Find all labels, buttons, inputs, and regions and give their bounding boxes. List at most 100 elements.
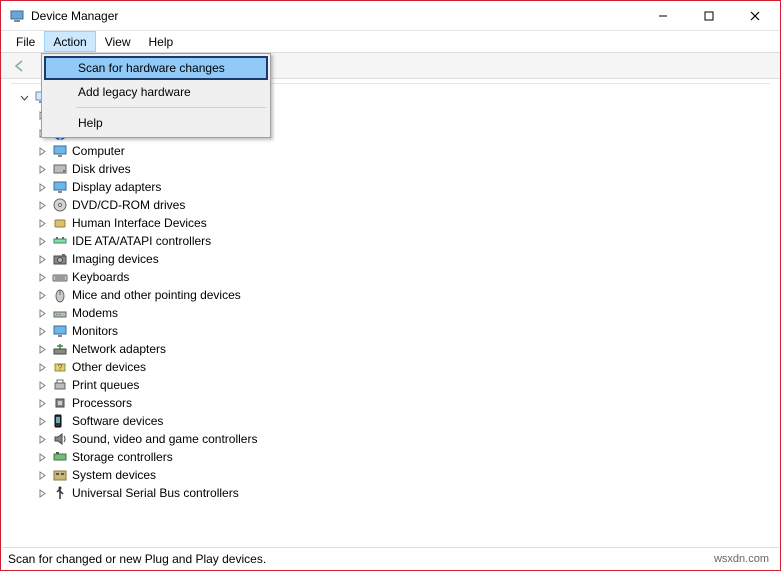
tree-node[interactable]: Monitors: [15, 322, 770, 340]
tree-node-label: DVD/CD-ROM drives: [72, 198, 185, 212]
disc-icon: [52, 197, 68, 213]
software-icon: [52, 413, 68, 429]
close-button[interactable]: [732, 1, 778, 31]
svg-text:?: ?: [58, 363, 63, 372]
window-title: Device Manager: [31, 9, 118, 23]
expand-icon[interactable]: [37, 254, 48, 265]
back-button[interactable]: [9, 55, 31, 77]
tree-node[interactable]: Human Interface Devices: [15, 214, 770, 232]
tree-node-label: Modems: [72, 306, 118, 320]
tree-node[interactable]: Sound, video and game controllers: [15, 430, 770, 448]
minimize-button[interactable]: [640, 1, 686, 31]
expand-icon[interactable]: [37, 290, 48, 301]
menu-action[interactable]: Action: [44, 31, 95, 52]
keyboard-icon: [52, 269, 68, 285]
tree-node-label: Sound, video and game controllers: [72, 432, 257, 446]
system-icon: [52, 467, 68, 483]
tree-node-label: Universal Serial Bus controllers: [72, 486, 239, 500]
content-area: BatteriesBluetoothComputerDisk drivesDis…: [11, 83, 770, 540]
dropdown-item-label: Scan for hardware changes: [78, 61, 225, 75]
tree-node[interactable]: Disk drives: [15, 160, 770, 178]
expand-icon[interactable]: [37, 470, 48, 481]
expand-icon[interactable]: [37, 398, 48, 409]
brand-text: wsxdn.com: [714, 553, 779, 565]
modem-icon: [52, 305, 68, 321]
monitor-icon: [52, 179, 68, 195]
tree-node-label: Disk drives: [72, 162, 131, 176]
other-icon: ?: [52, 359, 68, 375]
sound-icon: [52, 431, 68, 447]
tree-node[interactable]: Processors: [15, 394, 770, 412]
expand-icon[interactable]: [37, 326, 48, 337]
maximize-button[interactable]: [686, 1, 732, 31]
expand-icon[interactable]: [37, 488, 48, 499]
tree-node[interactable]: Mice and other pointing devices: [15, 286, 770, 304]
expand-icon[interactable]: [37, 344, 48, 355]
dropdown-item-label: Add legacy hardware: [78, 85, 191, 99]
dropdown-separator: [76, 107, 266, 108]
tree-node-label: Network adapters: [72, 342, 166, 356]
tree-node[interactable]: Universal Serial Bus controllers: [15, 484, 770, 502]
tree-node-label: Computer: [72, 144, 125, 158]
expand-icon[interactable]: [37, 236, 48, 247]
menu-label: File: [16, 35, 35, 49]
expand-icon[interactable]: [37, 416, 48, 427]
tree-node[interactable]: IDE ATA/ATAPI controllers: [15, 232, 770, 250]
tree-node[interactable]: Imaging devices: [15, 250, 770, 268]
menu-label: Action: [53, 35, 86, 49]
menu-label: View: [105, 35, 131, 49]
menu-file[interactable]: File: [7, 31, 44, 52]
expand-icon[interactable]: [37, 146, 48, 157]
tree-node-label: Other devices: [72, 360, 146, 374]
tree-node-label: IDE ATA/ATAPI controllers: [72, 234, 211, 248]
expand-icon[interactable]: [37, 164, 48, 175]
storage-icon: [52, 449, 68, 465]
statusbar: Scan for changed or new Plug and Play de…: [2, 547, 779, 569]
expand-icon[interactable]: [37, 362, 48, 373]
tree-node-label: System devices: [72, 468, 156, 482]
tree-node-label: Processors: [72, 396, 132, 410]
tree-node-label: Imaging devices: [72, 252, 159, 266]
collapse-icon[interactable]: [19, 92, 30, 103]
expand-icon[interactable]: [37, 200, 48, 211]
tree-node-label: Software devices: [72, 414, 163, 428]
tree-node-label: Human Interface Devices: [72, 216, 207, 230]
expand-icon[interactable]: [37, 380, 48, 391]
tree-node-label: Monitors: [72, 324, 118, 338]
tree-node-label: Print queues: [72, 378, 139, 392]
network-icon: [52, 341, 68, 357]
expand-icon[interactable]: [37, 308, 48, 319]
tree-node[interactable]: Keyboards: [15, 268, 770, 286]
tree-node[interactable]: Display adapters: [15, 178, 770, 196]
cpu-icon: [52, 395, 68, 411]
monitor-icon: [52, 143, 68, 159]
tree-node[interactable]: System devices: [15, 466, 770, 484]
expand-icon[interactable]: [37, 452, 48, 463]
dropdown-item-label: Help: [78, 116, 103, 130]
expand-icon[interactable]: [37, 272, 48, 283]
tree-node[interactable]: Network adapters: [15, 340, 770, 358]
tree-node-label: Mice and other pointing devices: [72, 288, 241, 302]
expand-icon[interactable]: [37, 218, 48, 229]
device-tree[interactable]: BatteriesBluetoothComputerDisk drivesDis…: [11, 84, 770, 502]
tree-node[interactable]: Print queues: [15, 376, 770, 394]
expand-icon[interactable]: [37, 434, 48, 445]
tree-node[interactable]: Modems: [15, 304, 770, 322]
ide-icon: [52, 233, 68, 249]
tree-node-label: Keyboards: [72, 270, 129, 284]
tree-node[interactable]: DVD/CD-ROM drives: [15, 196, 770, 214]
mouse-icon: [52, 287, 68, 303]
menu-item-help[interactable]: Help: [44, 111, 268, 135]
menu-help[interactable]: Help: [140, 31, 183, 52]
menu-item-add-legacy[interactable]: Add legacy hardware: [44, 80, 268, 104]
tree-node[interactable]: Software devices: [15, 412, 770, 430]
tree-node[interactable]: ? Other devices: [15, 358, 770, 376]
action-menu-dropdown: Scan for hardware changes Add legacy har…: [41, 53, 271, 138]
menu-view[interactable]: View: [96, 31, 140, 52]
menu-item-scan-hardware[interactable]: Scan for hardware changes: [44, 56, 268, 80]
printer-icon: [52, 377, 68, 393]
titlebar: Device Manager: [1, 1, 780, 31]
tree-node[interactable]: Computer: [15, 142, 770, 160]
expand-icon[interactable]: [37, 182, 48, 193]
tree-node[interactable]: Storage controllers: [15, 448, 770, 466]
